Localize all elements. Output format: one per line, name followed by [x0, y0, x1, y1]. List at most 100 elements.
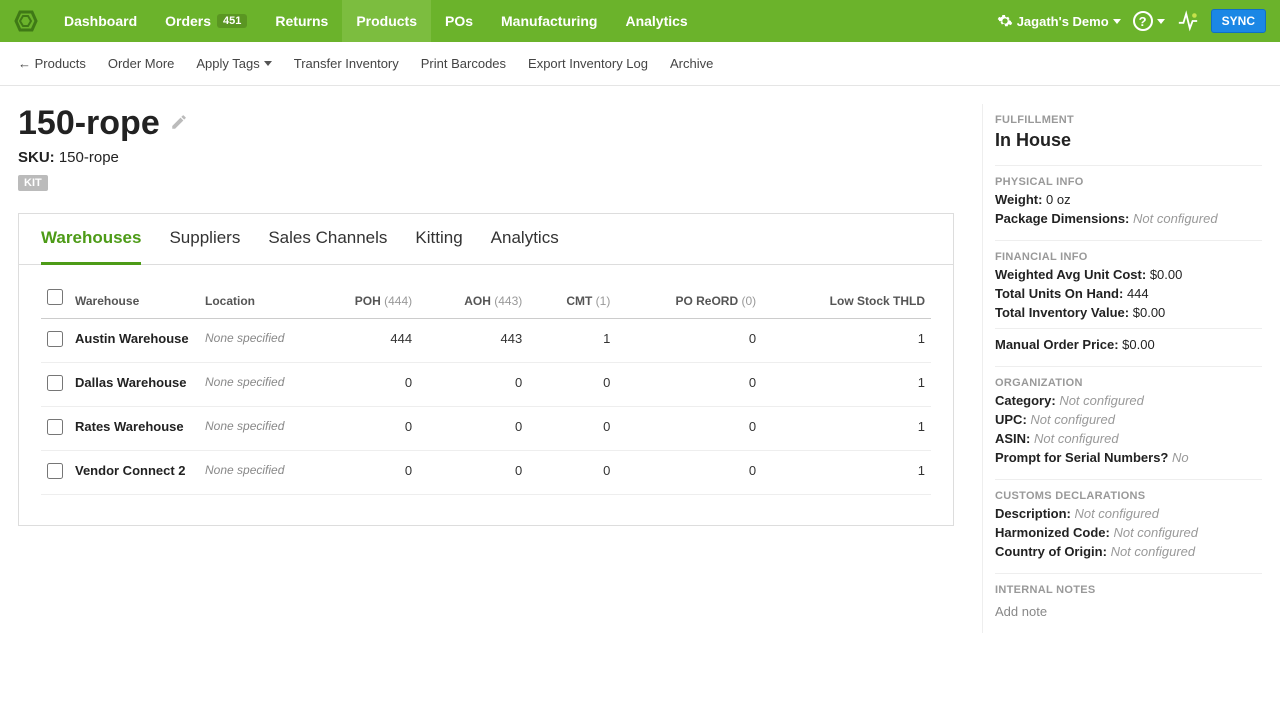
back-to-products[interactable]: ← Products [18, 56, 86, 71]
fulfillment-value: In House [995, 130, 1262, 151]
product-tabs: Warehouses Suppliers Sales Channels Kitt… [19, 214, 953, 265]
package-dimensions-row: Package Dimensions: Not configured [995, 211, 1262, 226]
notes-header: INTERNAL NOTES [995, 584, 1262, 596]
nav-products[interactable]: Products [342, 0, 431, 42]
thld-value: 1 [762, 451, 931, 495]
reord-value: 0 [616, 451, 762, 495]
mop-row: Manual Order Price: $0.00 [995, 337, 1262, 352]
chevron-down-icon [1113, 19, 1121, 24]
warehouse-location: None specified [199, 363, 309, 407]
reord-value: 0 [616, 363, 762, 407]
tiv-row: Total Inventory Value: $0.00 [995, 305, 1262, 320]
brand-logo[interactable] [14, 9, 38, 33]
poh-value: 0 [309, 407, 418, 451]
cmt-value: 0 [528, 407, 616, 451]
tab-analytics[interactable]: Analytics [491, 228, 559, 264]
chevron-down-icon [264, 61, 272, 66]
tuoh-row: Total Units On Hand: 444 [995, 286, 1262, 301]
orders-count-badge: 451 [217, 14, 247, 28]
topnav-right: Jagath's Demo ? SYNC [997, 9, 1266, 33]
thld-value: 1 [762, 407, 931, 451]
table-row: Rates WarehouseNone specified00001 [41, 407, 931, 451]
subnav-apply-tags[interactable]: Apply Tags [196, 56, 271, 71]
table-row: Vendor Connect 2None specified00001 [41, 451, 931, 495]
tab-warehouses[interactable]: Warehouses [41, 228, 141, 265]
poh-value: 0 [309, 451, 418, 495]
row-checkbox[interactable] [47, 419, 63, 435]
tab-suppliers[interactable]: Suppliers [169, 228, 240, 264]
warehouse-card: Warehouses Suppliers Sales Channels Kitt… [18, 213, 954, 526]
topnav: Dashboard Orders451 Returns Products POs… [0, 0, 1280, 42]
col-poh: POH (444) [309, 279, 418, 319]
cmt-value: 0 [528, 451, 616, 495]
chevron-down-icon [1157, 19, 1165, 24]
col-thld: Low Stock THLD [762, 279, 931, 319]
organization-header: ORGANIZATION [995, 377, 1262, 389]
activity-icon[interactable] [1177, 10, 1199, 32]
col-aoh: AOH (443) [418, 279, 528, 319]
gear-icon [997, 13, 1013, 29]
col-cmt: CMT (1) [528, 279, 616, 319]
subnav-export-log[interactable]: Export Inventory Log [528, 56, 648, 71]
customs-desc-row: Description: Not configured [995, 506, 1262, 521]
nav-analytics[interactable]: Analytics [611, 0, 701, 42]
warehouse-name: Rates Warehouse [69, 407, 199, 451]
physical-header: PHYSICAL INFO [995, 176, 1262, 188]
aoh-value: 0 [418, 363, 528, 407]
warehouse-table: Warehouse Location POH (444) AOH (443) C… [41, 279, 931, 495]
product-title: 150-rope [18, 104, 160, 143]
edit-title-button[interactable] [170, 113, 188, 134]
aoh-value: 0 [418, 451, 528, 495]
row-checkbox[interactable] [47, 331, 63, 347]
help-icon: ? [1133, 11, 1153, 31]
warehouse-location: None specified [199, 407, 309, 451]
subnav: ← Products Order More Apply Tags Transfe… [0, 42, 1280, 86]
product-sidebar: FULFILLMENT In House PHYSICAL INFO Weigh… [982, 104, 1262, 633]
main-nav: Dashboard Orders451 Returns Products POs… [50, 0, 702, 42]
nav-dashboard[interactable]: Dashboard [50, 0, 151, 42]
weight-row: Weight: 0 oz [995, 192, 1262, 207]
fulfillment-header: FULFILLMENT [995, 114, 1262, 126]
sync-button[interactable]: SYNC [1211, 9, 1266, 33]
customs-harm-row: Harmonized Code: Not configured [995, 525, 1262, 540]
add-note-button[interactable]: Add note [995, 604, 1047, 619]
table-row: Dallas WarehouseNone specified00001 [41, 363, 931, 407]
nav-orders[interactable]: Orders451 [151, 0, 261, 42]
warehouse-location: None specified [199, 451, 309, 495]
customs-header: CUSTOMS DECLARATIONS [995, 490, 1262, 502]
tab-sales-channels[interactable]: Sales Channels [268, 228, 387, 264]
financial-header: FINANCIAL INFO [995, 251, 1262, 263]
pencil-icon [170, 113, 188, 131]
nav-returns[interactable]: Returns [261, 0, 342, 42]
select-all-checkbox[interactable] [47, 289, 63, 305]
row-checkbox[interactable] [47, 375, 63, 391]
asin-row: ASIN: Not configured [995, 431, 1262, 446]
poh-value: 0 [309, 363, 418, 407]
thld-value: 1 [762, 363, 931, 407]
reord-value: 0 [616, 407, 762, 451]
wauc-row: Weighted Avg Unit Cost: $0.00 [995, 267, 1262, 282]
row-checkbox[interactable] [47, 463, 63, 479]
subnav-archive[interactable]: Archive [670, 56, 713, 71]
subnav-order-more[interactable]: Order More [108, 56, 174, 71]
table-row: Austin WarehouseNone specified444443101 [41, 319, 931, 363]
nav-manufacturing[interactable]: Manufacturing [487, 0, 611, 42]
reord-value: 0 [616, 319, 762, 363]
col-warehouse: Warehouse [69, 279, 199, 319]
col-location: Location [199, 279, 309, 319]
subnav-print-barcodes[interactable]: Print Barcodes [421, 56, 506, 71]
sku-line: SKU: 150-rope [18, 149, 954, 166]
nav-pos[interactable]: POs [431, 0, 487, 42]
help-menu[interactable]: ? [1133, 11, 1165, 31]
warehouse-name: Austin Warehouse [69, 319, 199, 363]
kit-badge: KIT [18, 175, 48, 191]
account-menu[interactable]: Jagath's Demo [997, 13, 1121, 29]
col-reord: PO ReORD (0) [616, 279, 762, 319]
aoh-value: 0 [418, 407, 528, 451]
poh-value: 444 [309, 319, 418, 363]
subnav-transfer-inventory[interactable]: Transfer Inventory [294, 56, 399, 71]
customs-coo-row: Country of Origin: Not configured [995, 544, 1262, 559]
warehouse-location: None specified [199, 319, 309, 363]
cmt-value: 1 [528, 319, 616, 363]
tab-kitting[interactable]: Kitting [415, 228, 462, 264]
